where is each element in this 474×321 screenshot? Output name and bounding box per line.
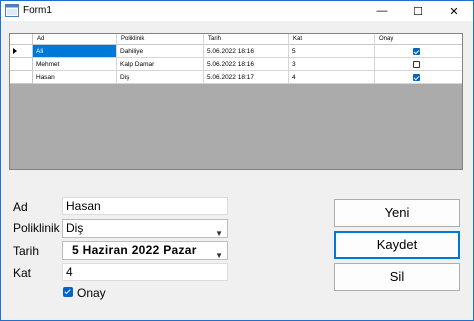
column-header-poliklinik[interactable]: Poliklinik [117,34,204,45]
cell-kat[interactable]: 5 [289,45,375,58]
cell-tarih[interactable]: 5.06.2022 18:16 [204,58,289,71]
cell-onay[interactable] [375,58,462,71]
form1-window: Form1 — ☐ ✕ Ad Poliklinik Tarih Kat Onay… [0,0,474,321]
ad-textbox[interactable]: Hasan [62,197,228,215]
row-header[interactable] [10,45,33,58]
table-row[interactable]: Ali Dahiliye 5.06.2022 18:16 5 [10,45,462,58]
cell-ad[interactable]: Mehmet [33,58,117,71]
column-header-kat[interactable]: Kat [289,34,375,45]
form-app-icon [5,4,19,17]
ad-label: Ad [13,200,28,214]
yeni-button[interactable]: Yeni [334,199,460,227]
poliklinik-label: Poliklinik [13,221,60,235]
column-header-tarih[interactable]: Tarih [204,34,289,45]
maximize-button[interactable]: ☐ [401,1,435,21]
close-button[interactable]: ✕ [437,1,471,21]
kat-label: Kat [13,266,32,280]
poliklinik-selected-value: Diş [66,221,84,235]
tarih-label: Tarih [13,244,40,258]
chevron-down-icon[interactable]: ▼ [215,225,223,242]
cell-kat[interactable]: 4 [289,71,375,84]
window-title: Form1 [23,5,52,16]
cell-onay[interactable] [375,71,462,84]
tarih-value: 5 Haziran 2022 Pazar [72,243,197,257]
table-row[interactable]: Hasan Diş 5.06.2022 18:17 4 [10,71,462,84]
column-header-ad[interactable]: Ad [33,34,117,45]
onay-checkbox-label[interactable]: Onay [77,286,106,300]
column-header-onay[interactable]: Onay [375,34,462,45]
grid-header-row: Ad Poliklinik Tarih Kat Onay [10,34,462,45]
calendar-dropdown-icon[interactable]: ▼ [215,247,223,264]
onay-checkbox-input[interactable] [63,287,73,297]
kat-textbox[interactable]: 4 [62,263,228,281]
cell-poliklinik[interactable]: Diş [117,71,204,84]
cell-kat[interactable]: 3 [289,58,375,71]
header-corner[interactable] [10,34,33,45]
tarih-datetimepicker[interactable]: 5 Haziran 2022 Pazar ▼ [62,241,228,260]
data-grid[interactable]: Ad Poliklinik Tarih Kat Onay Ali Dahiliy… [9,33,463,170]
cell-ad[interactable]: Ali [33,45,117,58]
row-header[interactable] [10,58,33,71]
row-header[interactable] [10,71,33,84]
poliklinik-combobox[interactable]: Diş ▼ [62,219,228,238]
onay-checkbox[interactable] [413,48,420,55]
onay-checkbox[interactable] [413,74,420,81]
title-bar[interactable]: Form1 — ☐ ✕ [1,1,473,21]
cell-onay[interactable] [375,45,462,58]
minimize-button[interactable]: — [365,1,399,21]
onay-checkbox[interactable] [413,61,420,68]
current-row-arrow-icon [13,48,17,54]
cell-tarih[interactable]: 5.06.2022 18:17 [204,71,289,84]
table-row[interactable]: Mehmet Kalp Damar 5.06.2022 18:16 3 [10,58,462,71]
cell-poliklinik[interactable]: Kalp Damar [117,58,204,71]
cell-poliklinik[interactable]: Dahiliye [117,45,204,58]
cell-tarih[interactable]: 5.06.2022 18:16 [204,45,289,58]
cell-ad[interactable]: Hasan [33,71,117,84]
sil-button[interactable]: Sil [334,263,460,291]
kaydet-button[interactable]: Kaydet [334,231,460,259]
